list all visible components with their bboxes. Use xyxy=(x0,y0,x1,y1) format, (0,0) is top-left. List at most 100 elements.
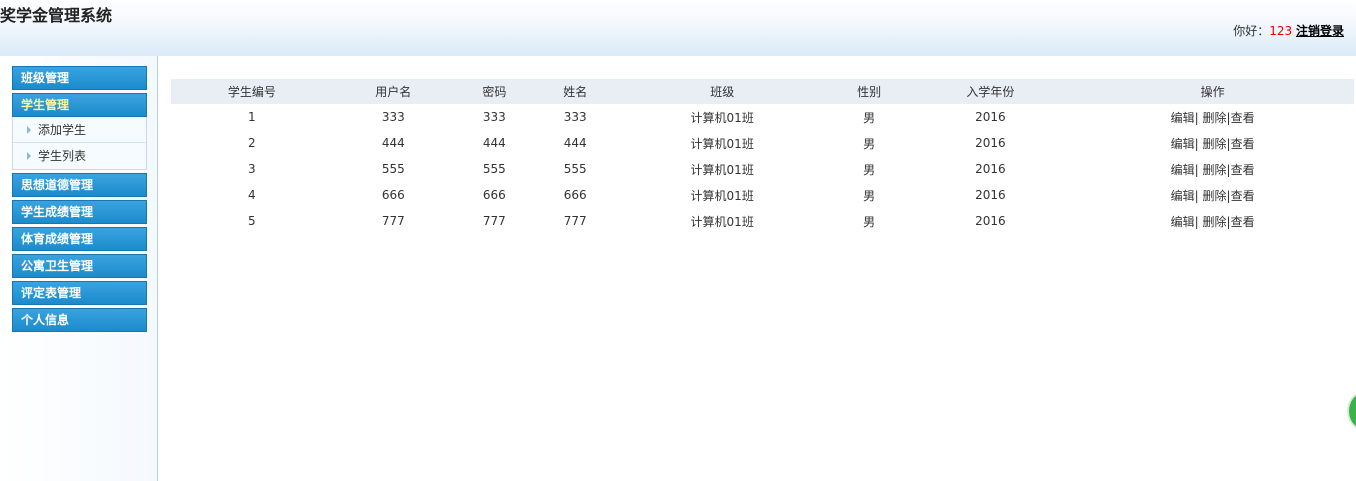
column-header: 班级 xyxy=(615,79,829,104)
table-cell: 666 xyxy=(563,188,587,202)
column-header: 学生编号 xyxy=(171,79,333,104)
view-link[interactable]: 查看 xyxy=(1231,111,1255,125)
column-header: 性别 xyxy=(828,79,910,104)
submenu-add-student[interactable]: 添加学生 xyxy=(13,117,146,143)
table-cell: 计算机01班 xyxy=(690,162,754,177)
table-row: 1 333 333 333 计算机01班男 2016 编辑| 删除|查看 xyxy=(171,104,1354,130)
sidebar-item-sports[interactable]: 体育成绩管理 xyxy=(12,227,147,251)
table-cell: 777 xyxy=(482,214,506,228)
column-header: 操作 xyxy=(1071,79,1354,104)
edit-link[interactable]: 编辑 xyxy=(1171,111,1195,125)
user-info: 你好：123 注销登录 xyxy=(1233,22,1344,39)
edit-link[interactable]: 编辑 xyxy=(1171,189,1195,203)
delete-link[interactable]: 删除 xyxy=(1203,189,1227,203)
actions-cell: 编辑| 删除|查看 xyxy=(1071,208,1354,234)
table-cell: 2016 xyxy=(975,214,1006,228)
table-cell: 777 xyxy=(563,214,587,228)
actions-cell: 编辑| 删除|查看 xyxy=(1071,130,1354,156)
table-cell: 4 xyxy=(248,188,256,202)
delete-link[interactable]: 删除 xyxy=(1203,137,1227,151)
actions-cell: 编辑| 删除|查看 xyxy=(1071,182,1354,208)
sidebar-item-evaluation[interactable]: 评定表管理 xyxy=(12,281,147,305)
table-row: 4 666 666 666 计算机01班男 2016 编辑| 删除|查看 xyxy=(171,182,1354,208)
submenu-label: 学生列表 xyxy=(38,149,87,163)
table-cell: 2016 xyxy=(975,188,1006,202)
table-cell: 男 xyxy=(863,188,876,203)
edit-link[interactable]: 编辑 xyxy=(1171,163,1195,177)
table-cell: 计算机01班 xyxy=(690,214,754,229)
view-link[interactable]: 查看 xyxy=(1231,189,1255,203)
actions-cell: 编辑| 删除|查看 xyxy=(1071,104,1354,130)
edit-link[interactable]: 编辑 xyxy=(1171,137,1195,151)
sidebar-item-profile[interactable]: 个人信息 xyxy=(12,308,147,332)
table-cell: 1 xyxy=(248,110,256,124)
table-cell: 444 xyxy=(482,136,506,150)
username: 123 xyxy=(1269,24,1293,38)
separator: | xyxy=(1194,110,1203,125)
table-cell: 333 xyxy=(381,110,405,124)
table-cell: 男 xyxy=(863,162,876,177)
student-table: 学生编号 用户名 密码 姓名 班级 性别 入学年份 操作 1 333 333 333 计算机01班男 2… xyxy=(171,79,1354,234)
arrow-right-icon xyxy=(27,126,31,134)
logout-link[interactable]: 注销登录 xyxy=(1296,24,1344,38)
sidebar-menu: 班级管理 学生管理 添加学生 学生列表 思想道德管理 学生成绩管理 体育成绩管理… xyxy=(12,66,147,335)
table-body: 1 333 333 333 计算机01班男 2016 编辑| 删除|查看 2 444 444 444… xyxy=(171,104,1354,234)
separator: | xyxy=(1194,136,1203,151)
actions-cell: 编辑| 删除|查看 xyxy=(1071,156,1354,182)
table-cell: 5 xyxy=(248,214,256,228)
submenu-student-list[interactable]: 学生列表 xyxy=(13,143,146,169)
greeting: 你好： xyxy=(1233,24,1270,38)
view-link[interactable]: 查看 xyxy=(1231,163,1255,177)
table-cell: 3 xyxy=(248,162,256,176)
table-cell: 2016 xyxy=(975,162,1006,176)
sidebar-item-dorm[interactable]: 公寓卫生管理 xyxy=(12,254,147,278)
table-cell: 333 xyxy=(563,110,587,124)
delete-link[interactable]: 删除 xyxy=(1203,163,1227,177)
table-header-row: 学生编号 用户名 密码 姓名 班级 性别 入学年份 操作 xyxy=(171,79,1354,104)
table-cell: 555 xyxy=(482,162,506,176)
table-cell: 计算机01班 xyxy=(690,188,754,203)
column-header: 用户名 xyxy=(332,79,454,104)
separator: | xyxy=(1194,214,1203,229)
submenu-label: 添加学生 xyxy=(38,123,87,137)
students-submenu: 添加学生 学生列表 xyxy=(12,117,147,170)
app-title: 奖学金管理系统 xyxy=(0,6,113,25)
sidebar-item-students[interactable]: 学生管理 xyxy=(12,93,147,117)
table-cell: 2016 xyxy=(975,110,1006,124)
table-row: 5 777 777 777 计算机01班男 2016 编辑| 删除|查看 xyxy=(171,208,1354,234)
table-cell: 777 xyxy=(381,214,405,228)
table-row: 2 444 444 444 计算机01班男 2016 编辑| 删除|查看 xyxy=(171,130,1354,156)
table-cell: 666 xyxy=(381,188,405,202)
sidebar: 班级管理 学生管理 添加学生 学生列表 思想道德管理 学生成绩管理 体育成绩管理… xyxy=(0,56,158,481)
arrow-right-icon xyxy=(27,152,31,160)
table-cell: 2016 xyxy=(975,136,1006,150)
delete-link[interactable]: 删除 xyxy=(1203,111,1227,125)
view-link[interactable]: 查看 xyxy=(1231,215,1255,229)
table-row: 3 555 555 555 计算机01班男 2016 编辑| 删除|查看 xyxy=(171,156,1354,182)
delete-link[interactable]: 删除 xyxy=(1203,215,1227,229)
table-cell: 男 xyxy=(863,214,876,229)
table-cell: 2 xyxy=(248,136,256,150)
floating-widget-icon[interactable] xyxy=(1347,392,1356,430)
table-cell: 计算机01班 xyxy=(690,136,754,151)
sidebar-item-class[interactable]: 班级管理 xyxy=(12,66,147,90)
edit-link[interactable]: 编辑 xyxy=(1171,215,1195,229)
separator: | xyxy=(1194,162,1203,177)
table-cell: 333 xyxy=(482,110,506,124)
table-cell: 男 xyxy=(863,110,876,125)
sidebar-item-morality[interactable]: 思想道德管理 xyxy=(12,173,147,197)
table-cell: 666 xyxy=(482,188,506,202)
table-cell: 555 xyxy=(563,162,587,176)
separator: | xyxy=(1194,188,1203,203)
header: 奖学金管理系统 你好：123 注销登录 xyxy=(0,0,1356,56)
sidebar-item-grades[interactable]: 学生成绩管理 xyxy=(12,200,147,224)
table-cell: 计算机01班 xyxy=(690,110,754,125)
table-cell: 444 xyxy=(563,136,587,150)
column-header: 密码 xyxy=(453,79,535,104)
column-header: 姓名 xyxy=(534,79,616,104)
table-cell: 444 xyxy=(381,136,405,150)
view-link[interactable]: 查看 xyxy=(1231,137,1255,151)
table-cell: 555 xyxy=(381,162,405,176)
table-cell: 男 xyxy=(863,136,876,151)
column-header: 入学年份 xyxy=(909,79,1072,104)
